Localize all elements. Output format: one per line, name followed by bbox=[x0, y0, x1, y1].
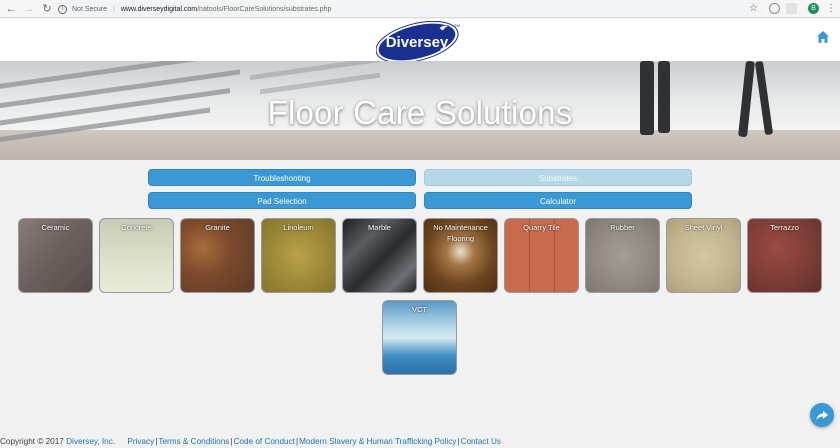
diversey-logo[interactable]: Diversey TM bbox=[376, 21, 462, 61]
hero-floor bbox=[0, 130, 840, 160]
footer-link-code-of-conduct[interactable]: Code of Conduct bbox=[234, 437, 295, 446]
hero-rail bbox=[0, 61, 220, 91]
bookmark-star-icon[interactable]: ☆ bbox=[749, 2, 758, 16]
substrate-tile-marble[interactable]: Marble bbox=[342, 218, 417, 293]
substrate-label: Sheet Vinyl bbox=[684, 223, 723, 232]
substrate-tile-granite[interactable]: Granite bbox=[180, 218, 255, 293]
substrate-tile-no-maintenance-flooring[interactable]: No Maintenance Flooring bbox=[423, 218, 498, 293]
footer-separator: | bbox=[295, 437, 299, 446]
hero-title: Floor Care Solutions bbox=[267, 94, 573, 131]
substrate-label: Ceramic bbox=[41, 223, 70, 232]
extension-icon[interactable] bbox=[786, 3, 797, 14]
substrate-tile-rubber[interactable]: Rubber bbox=[585, 218, 660, 293]
tab-substrates[interactable]: Substrates bbox=[424, 169, 692, 186]
copyright-text: Copyright © 2017 bbox=[0, 437, 64, 446]
tab-troubleshooting[interactable]: Troubleshooting bbox=[148, 169, 416, 186]
substrate-tile-linoleum[interactable]: Linoleum bbox=[261, 218, 336, 293]
share-arrow-icon bbox=[816, 411, 828, 420]
svg-text:Diversey: Diversey bbox=[386, 34, 449, 51]
browser-toolbar: ← → ↻ i Not Secure | www.diverseydigital… bbox=[0, 0, 840, 18]
home-icon[interactable] bbox=[816, 30, 830, 44]
substrate-label: Rubber bbox=[610, 223, 635, 232]
share-button[interactable] bbox=[810, 403, 834, 427]
substrate-tile-terrazzo[interactable]: Terrazzo bbox=[747, 218, 822, 293]
hero-banner: Floor Care Solutions bbox=[0, 61, 840, 160]
substrate-label: Granite bbox=[205, 223, 230, 232]
footer-separator: | bbox=[457, 437, 460, 446]
footer-separator: | bbox=[230, 437, 233, 446]
info-icon[interactable]: i bbox=[58, 4, 67, 14]
substrate-label: No Maintenance Flooring bbox=[433, 223, 488, 243]
site-header: Diversey TM bbox=[0, 19, 840, 61]
address-bar[interactable]: i Not Secure | www.diverseydigital.com/n… bbox=[52, 2, 764, 16]
substrate-label: Linoleum bbox=[283, 223, 314, 232]
tab-pad-selection[interactable]: Pad Selection bbox=[148, 192, 416, 209]
substrate-tile-quarry-tile[interactable]: Quarry Tile bbox=[504, 218, 579, 293]
substrate-label: Terrazzo bbox=[770, 223, 799, 232]
tab-calculator[interactable]: Calculator bbox=[424, 192, 692, 209]
substrate-tile-sheet-vinyl[interactable]: Sheet Vinyl bbox=[666, 218, 741, 293]
url-host: www.diverseydigital.com bbox=[120, 5, 198, 13]
svg-text:TM: TM bbox=[454, 23, 460, 28]
substrate-label: Concrete bbox=[121, 223, 152, 232]
site-footer: Copyright © 2017 Diversey, Inc. Privacy |… bbox=[0, 435, 840, 448]
profile-avatar[interactable]: B bbox=[808, 3, 819, 14]
forward-arrow-icon[interactable]: → bbox=[22, 2, 36, 16]
security-label: Not Secure bbox=[72, 5, 108, 13]
substrate-tile-concrete[interactable]: Concrete bbox=[99, 218, 174, 293]
footer-link-modern-slavery[interactable]: Modern Slavery & Human Trafficking Polic… bbox=[299, 437, 456, 446]
browser-menu-icon[interactable]: ⋮ bbox=[826, 2, 836, 16]
extension-icon[interactable] bbox=[769, 3, 780, 14]
footer-link-contact[interactable]: Contact Us bbox=[461, 437, 502, 446]
footer-link-terms[interactable]: Terms & Conditions bbox=[158, 437, 229, 446]
substrate-tile-vct[interactable]: VCT bbox=[382, 300, 457, 375]
url-separator: | bbox=[113, 5, 115, 13]
substrate-label: Marble bbox=[368, 223, 391, 232]
url-path: /natools/FloorCareSolutions/substrates.p… bbox=[197, 5, 332, 13]
substrate-tile-ceramic[interactable]: Ceramic bbox=[18, 218, 93, 293]
company-link[interactable]: Diversey, Inc. bbox=[66, 437, 115, 446]
substrate-label: VCT bbox=[412, 305, 427, 314]
substrate-label: Quarry Tile bbox=[523, 223, 560, 232]
footer-link-privacy[interactable]: Privacy bbox=[127, 437, 154, 446]
back-arrow-icon[interactable]: ← bbox=[4, 2, 18, 16]
